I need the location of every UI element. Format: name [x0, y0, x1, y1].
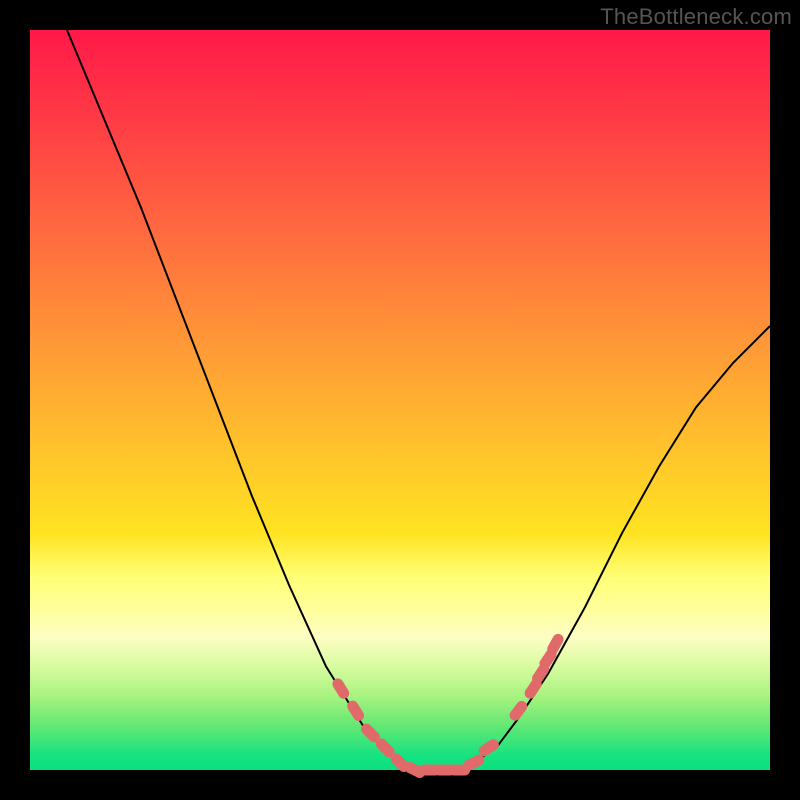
marker-group	[330, 632, 565, 780]
bottleneck-curve	[67, 30, 770, 770]
chart-svg	[30, 30, 770, 770]
plot-area	[30, 30, 770, 770]
chart-frame: TheBottleneck.com	[0, 0, 800, 800]
marker-pill	[507, 699, 529, 723]
attribution-text: TheBottleneck.com	[600, 4, 792, 30]
